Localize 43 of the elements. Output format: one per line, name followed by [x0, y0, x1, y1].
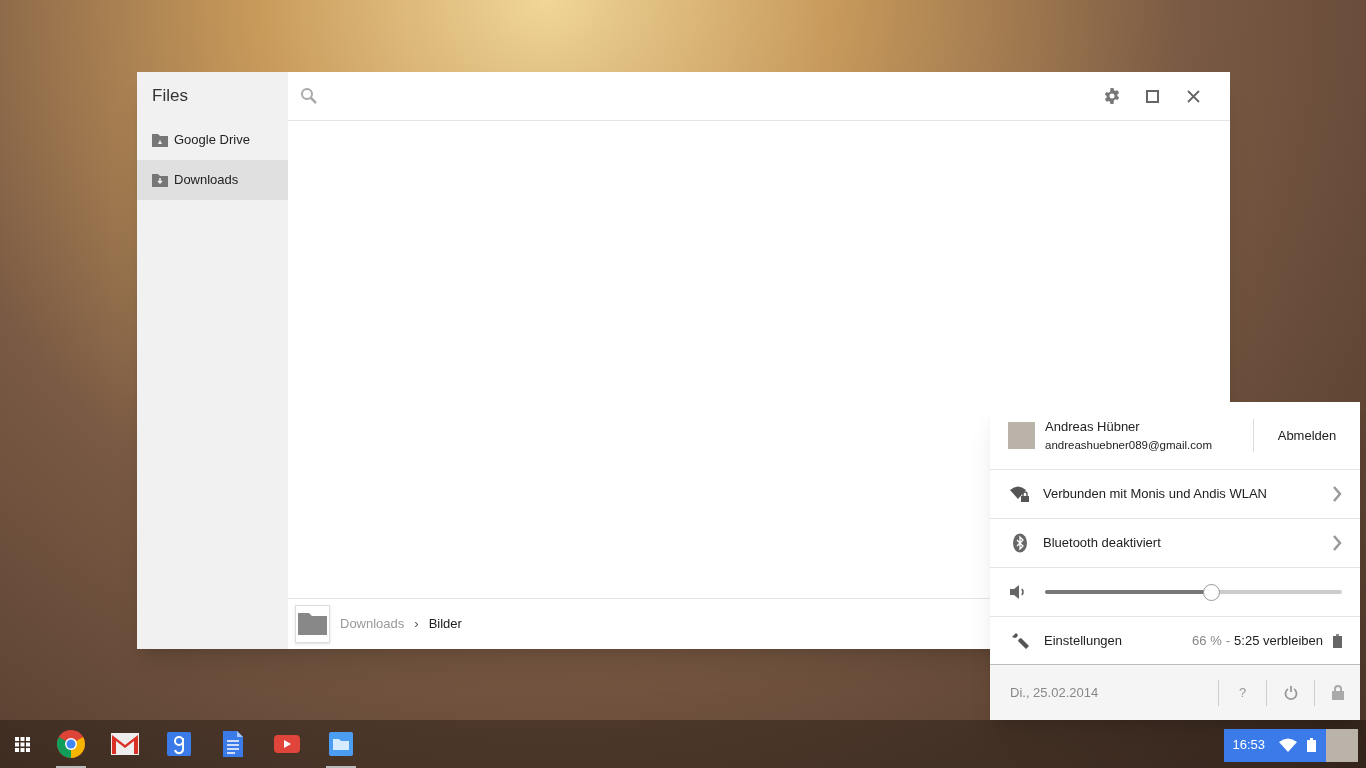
settings-icon[interactable] — [1104, 88, 1120, 104]
breadcrumb-separator: › — [414, 615, 419, 634]
maximize-icon[interactable] — [1146, 89, 1159, 103]
status-area[interactable]: 16:53 — [1224, 728, 1358, 762]
grid-icon — [14, 736, 30, 752]
window-title: Files — [152, 85, 188, 108]
sign-out-button[interactable]: Abmelden — [1254, 415, 1360, 456]
chrome-icon — [56, 729, 86, 759]
user-email: andreashuebner089@gmail.com — [1045, 437, 1214, 453]
sidebar-item[interactable]: Downloads — [137, 160, 288, 200]
envelope-icon — [111, 733, 139, 755]
breadcrumb-item[interactable]: Bilder — [428, 614, 462, 634]
battery-percent: 66 % — [1192, 631, 1222, 650]
folder-icon — [298, 613, 327, 635]
clock[interactable]: 16:53 — [1224, 735, 1273, 755]
battery-icon — [1333, 633, 1342, 648]
drive-folder-icon — [152, 133, 168, 147]
sidebar-item[interactable]: Google Drive — [137, 120, 288, 160]
avatar — [1326, 728, 1358, 762]
bluetooth-icon — [1010, 533, 1030, 553]
download-folder-icon — [152, 173, 168, 187]
avatar — [1008, 422, 1035, 449]
tray-menu-row[interactable]: Bluetooth deaktiviert — [990, 519, 1360, 568]
battery-remaining: 5:25 verbleiben — [1234, 631, 1323, 650]
folder-app-icon — [329, 732, 353, 756]
chevron-right-icon — [1332, 535, 1342, 551]
wifi-lock-icon — [1010, 486, 1030, 502]
g-letter-icon — [167, 732, 191, 756]
document-icon — [223, 731, 243, 757]
user-name: Andreas Hübner — [1045, 418, 1141, 437]
chevron-right-icon — [1332, 486, 1342, 502]
power-icon — [1283, 685, 1298, 700]
settings-link[interactable]: Einstellungen — [1044, 630, 1193, 651]
close-icon[interactable] — [1187, 89, 1200, 103]
tray-menu-row[interactable]: Verbunden mit Monis und Andis WLAN — [990, 470, 1360, 519]
volume-thumb[interactable] — [1203, 583, 1221, 601]
volume-slider[interactable] — [1045, 583, 1342, 601]
wifi-icon — [1279, 738, 1297, 752]
battery-icon — [1307, 738, 1316, 752]
battery-separator: - — [1225, 631, 1231, 650]
date-text: Di., 25.02.2014 — [1010, 683, 1100, 702]
lock-icon — [1331, 685, 1344, 700]
play-icon — [274, 735, 300, 753]
